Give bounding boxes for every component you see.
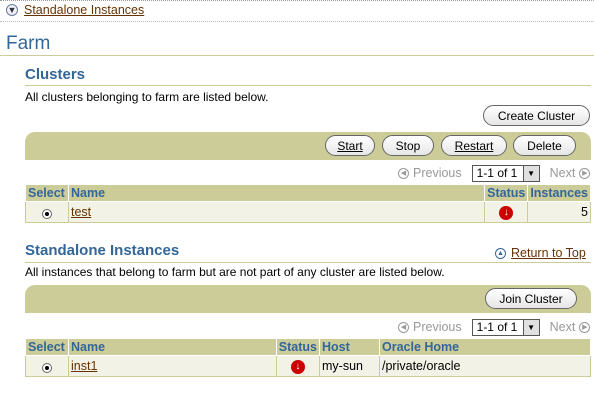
standalone-pager: ◀ Previous 1-1 of 1 ▼ Next ▶ bbox=[398, 318, 591, 336]
standalone-table-header: Select Name Status Host Oracle Home bbox=[25, 338, 591, 356]
row-select-radio[interactable] bbox=[42, 363, 52, 373]
breadcrumb-standalone-instances-link[interactable]: Standalone Instances bbox=[24, 3, 144, 17]
join-cluster-label: Join Cluster bbox=[499, 291, 563, 306]
clusters-title: Clusters bbox=[25, 66, 86, 83]
clusters-range-value: 1-1 of 1 bbox=[476, 166, 518, 180]
clusters-table-header: Select Name Status Instances bbox=[25, 184, 591, 202]
cluster-name-link[interactable]: test bbox=[71, 205, 91, 219]
delete-button[interactable]: Delete bbox=[513, 135, 576, 156]
restart-label: Restart bbox=[454, 138, 494, 153]
start-button[interactable]: Start bbox=[325, 135, 375, 156]
standalone-range-value: 1-1 of 1 bbox=[476, 320, 518, 334]
next-arrow-icon[interactable]: ▶ bbox=[579, 321, 591, 333]
return-to-top-link[interactable]: Return to Top bbox=[511, 246, 586, 260]
stop-label: Stop bbox=[395, 138, 421, 153]
host-value: my-sun bbox=[319, 355, 380, 377]
col-status: Status bbox=[484, 184, 529, 202]
create-cluster-label: Create Cluster bbox=[497, 108, 576, 123]
col-name: Name bbox=[68, 338, 277, 356]
clusters-previous-label[interactable]: Previous bbox=[413, 166, 462, 180]
instance-name-link[interactable]: inst1 bbox=[71, 359, 97, 373]
status-down-icon: ↓ bbox=[290, 359, 305, 374]
col-instances: Instances bbox=[527, 184, 591, 202]
clusters-pager: ◀ Previous 1-1 of 1 ▼ Next ▶ bbox=[398, 164, 591, 182]
standalone-range-select[interactable]: 1-1 of 1 ▼ bbox=[471, 318, 540, 336]
breadcrumb: ▼ Standalone Instances bbox=[6, 2, 144, 18]
standalone-next-label[interactable]: Next bbox=[550, 320, 576, 334]
standalone-title-rule bbox=[25, 262, 591, 263]
page-title-rule bbox=[0, 55, 594, 56]
clusters-table: Select Name Status Instances test ↓ 5 bbox=[25, 184, 591, 223]
return-to-top: ▲ Return to Top bbox=[495, 246, 586, 260]
stop-button[interactable]: Stop bbox=[382, 135, 434, 156]
status-down-icon: ↓ bbox=[499, 205, 514, 220]
clusters-next-label[interactable]: Next bbox=[550, 166, 576, 180]
clusters-title-rule bbox=[25, 85, 591, 86]
page-title: Farm bbox=[6, 33, 51, 54]
restart-button[interactable]: Restart bbox=[441, 135, 507, 156]
col-name: Name bbox=[67, 184, 486, 202]
standalone-table: Select Name Status Host Oracle Home inst… bbox=[25, 338, 591, 377]
col-status: Status bbox=[275, 338, 321, 356]
clusters-range-select[interactable]: 1-1 of 1 ▼ bbox=[471, 164, 540, 182]
chevron-down-icon: ▼ bbox=[6, 4, 18, 16]
next-arrow-icon[interactable]: ▶ bbox=[579, 167, 591, 179]
table-row: test ↓ 5 bbox=[25, 201, 591, 223]
clusters-description: All clusters belonging to farm are liste… bbox=[25, 90, 269, 104]
dropdown-arrow-icon: ▼ bbox=[522, 319, 539, 335]
previous-arrow-icon[interactable]: ◀ bbox=[398, 321, 409, 333]
instances-count: 5 bbox=[527, 201, 591, 223]
table-row: inst1 ↓ my-sun /private/oracle bbox=[25, 355, 591, 377]
col-select: Select bbox=[25, 338, 69, 356]
row-select-radio[interactable] bbox=[42, 209, 52, 219]
standalone-description: All instances that belong to farm but ar… bbox=[25, 265, 445, 279]
standalone-title: Standalone Instances bbox=[25, 242, 180, 259]
chevron-up-icon: ▲ bbox=[495, 247, 506, 259]
col-oracle-home: Oracle Home bbox=[379, 338, 591, 356]
breadcrumb-divider bbox=[0, 21, 594, 22]
col-select: Select bbox=[25, 184, 69, 202]
col-host: Host bbox=[319, 338, 380, 356]
join-cluster-button[interactable]: Join Cluster bbox=[485, 288, 577, 309]
create-cluster-button[interactable]: Create Cluster bbox=[483, 105, 590, 126]
dropdown-arrow-icon: ▼ bbox=[522, 165, 539, 181]
standalone-previous-label[interactable]: Previous bbox=[413, 320, 462, 334]
delete-label: Delete bbox=[527, 138, 562, 153]
start-label: Start bbox=[337, 138, 363, 153]
oracle-home-value: /private/oracle bbox=[379, 355, 591, 377]
previous-arrow-icon[interactable]: ◀ bbox=[398, 167, 409, 179]
